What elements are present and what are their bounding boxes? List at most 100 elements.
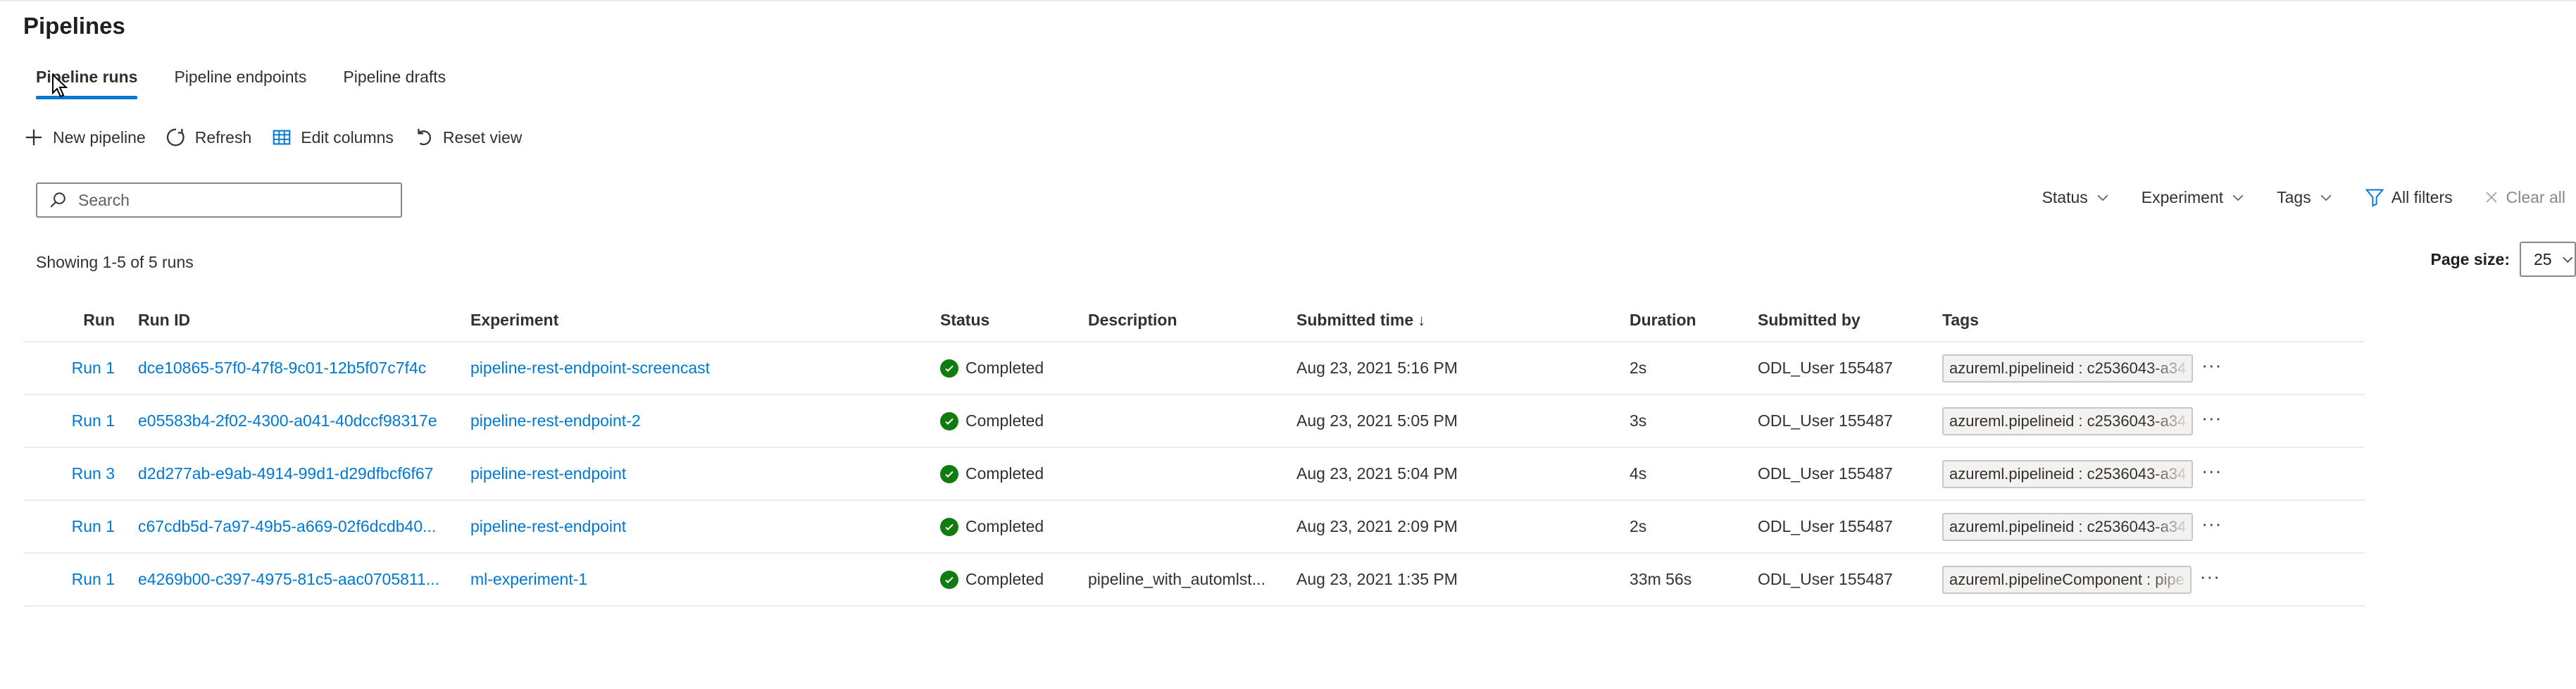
tag-chip[interactable]: azureml.pipelineid : c2536043-a34 <box>1942 354 2194 383</box>
tab-pipeline-endpoints[interactable]: Pipeline endpoints <box>174 68 306 98</box>
page-size-dropdown[interactable]: 25 <box>2520 242 2576 277</box>
column-header-experiment[interactable]: Experiment <box>470 299 940 342</box>
search-box[interactable] <box>36 182 402 218</box>
status-filter-dropdown[interactable]: Status <box>2042 188 2111 207</box>
search-input[interactable] <box>77 190 375 211</box>
table-header-row: Run Run ID Experiment Status Description… <box>23 299 2365 342</box>
experiment-filter-dropdown[interactable]: Experiment <box>2142 188 2246 207</box>
tag-chip[interactable]: azureml.pipelineid : c2536043-a34 <box>1942 512 2194 541</box>
column-header-submitted-time[interactable]: Submitted time ↓ <box>1296 299 1630 342</box>
duration-text: 3s <box>1630 411 1647 430</box>
status-cell: Completed <box>940 517 1088 536</box>
run-link[interactable]: Run 1 <box>72 359 115 377</box>
runs-table: Run Run ID Experiment Status Description… <box>23 299 2365 607</box>
table-row[interactable]: Run 1 e4269b00-c397-4975-81c5-aac0705811… <box>23 552 2365 607</box>
run-link[interactable]: Run 1 <box>72 411 115 430</box>
experiment-filter-label: Experiment <box>2141 187 2224 206</box>
experiment-link[interactable]: pipeline-rest-endpoint-screencast <box>470 359 710 377</box>
checkmark-circle-icon <box>940 411 958 430</box>
tags-filter-label: Tags <box>2277 187 2311 206</box>
page-size-value: 25 <box>2534 249 2552 268</box>
experiment-link[interactable]: pipeline-rest-endpoint <box>470 464 626 483</box>
more-icon[interactable]: ··· <box>2201 514 2222 540</box>
clear-all-button[interactable]: Clear all <box>2484 188 2565 207</box>
search-icon <box>50 192 65 208</box>
more-icon[interactable]: ··· <box>2201 409 2222 434</box>
duration-text: 2s <box>1630 517 1647 535</box>
tab-pipeline-drafts[interactable]: Pipeline drafts <box>343 68 446 98</box>
status-text: Completed <box>965 464 1044 483</box>
run-link[interactable]: Run 1 <box>72 517 115 535</box>
reset-view-label: Reset view <box>442 128 523 147</box>
experiment-link[interactable]: pipeline-rest-endpoint-2 <box>470 411 641 430</box>
run-id-link[interactable]: e4269b00-c397-4975-81c5-aac0705811... <box>138 570 439 588</box>
submitted-time-text: Aug 23, 2021 5:16 PM <box>1296 359 1458 377</box>
table-row[interactable]: Run 1 e05583b4-2f02-4300-a041-40dccf9831… <box>23 394 2365 447</box>
results-count: Showing 1-5 of 5 runs <box>36 253 194 271</box>
run-link[interactable]: Run 1 <box>72 570 115 588</box>
clear-all-label: Clear all <box>2506 187 2565 206</box>
run-id-link[interactable]: e05583b4-2f02-4300-a041-40dccf98317e <box>138 411 437 430</box>
close-icon <box>2486 192 2497 203</box>
run-id-link[interactable]: dce10865-57f0-47f8-9c01-12b5f07c7f4c <box>138 359 426 377</box>
page-size-label: Page size: <box>2430 249 2511 268</box>
edit-columns-button[interactable]: Edit columns <box>271 127 394 148</box>
column-header-status[interactable]: Status <box>940 299 1088 342</box>
status-filter-label: Status <box>2042 187 2088 206</box>
tag-chip[interactable]: azureml.pipelineid : c2536043-a34 <box>1942 406 2194 435</box>
status-text: Completed <box>965 570 1044 588</box>
table-row[interactable]: Run 1 dce10865-57f0-47f8-9c01-12b5f07c7f… <box>23 341 2365 395</box>
refresh-icon <box>166 128 185 147</box>
tags-cell: azureml.pipelineid : c2536043-a34 ··· <box>1942 354 2365 383</box>
sort-descending-icon: ↓ <box>1418 311 1426 329</box>
refresh-button[interactable]: Refresh <box>165 127 251 148</box>
all-filters-label: All filters <box>2391 187 2453 206</box>
column-header-run-id[interactable]: Run ID <box>138 299 470 342</box>
description-text: pipeline_with_automlst... <box>1088 570 1265 588</box>
command-bar: New pipeline Refresh Edit columns Reset … <box>23 127 522 148</box>
more-icon[interactable]: ··· <box>2200 567 2220 592</box>
tags-cell: azureml.pipelineComponent : pipe ··· <box>1942 565 2365 594</box>
column-header-submitted-by[interactable]: Submitted by <box>1758 299 1942 342</box>
all-filters-button[interactable]: All filters <box>2365 187 2453 207</box>
tag-chip[interactable]: azureml.pipelineComponent : pipe <box>1942 565 2192 594</box>
column-header-run[interactable]: Run <box>23 299 138 342</box>
status-cell: Completed <box>940 411 1088 430</box>
reset-view-button[interactable]: Reset view <box>413 127 522 148</box>
tags-cell: azureml.pipelineid : c2536043-a34 ··· <box>1942 512 2365 541</box>
filter-icon <box>2365 189 2384 207</box>
submitted-by-text: ODL_User 155487 <box>1758 517 1893 535</box>
tags-cell: azureml.pipelineid : c2536043-a34 ··· <box>1942 459 2365 488</box>
submitted-time-label: Submitted time <box>1296 310 1414 329</box>
submitted-time-text: Aug 23, 2021 1:35 PM <box>1296 570 1458 588</box>
table-row[interactable]: Run 3 d2d277ab-e9ab-4914-99d1-d29dfbcf6f… <box>23 447 2365 500</box>
edit-columns-label: Edit columns <box>301 128 394 147</box>
run-id-link[interactable]: c67cdb5d-7a97-49b5-a669-02f6dcdb40... <box>138 517 436 535</box>
checkmark-circle-icon <box>940 359 958 378</box>
page-size-control: Page size: 25 <box>2431 242 2576 277</box>
submitted-time-text: Aug 23, 2021 5:05 PM <box>1296 411 1458 430</box>
status-cell: Completed <box>940 359 1088 378</box>
tab-bar: Pipeline runs Pipeline endpoints Pipelin… <box>36 68 446 99</box>
more-icon[interactable]: ··· <box>2201 461 2222 487</box>
run-link[interactable]: Run 3 <box>72 464 115 483</box>
tag-chip[interactable]: azureml.pipelineid : c2536043-a34 <box>1942 459 2194 488</box>
tags-cell: azureml.pipelineid : c2536043-a34 ··· <box>1942 406 2365 435</box>
column-header-duration[interactable]: Duration <box>1630 299 1758 342</box>
run-id-link[interactable]: d2d277ab-e9ab-4914-99d1-d29dfbcf6f67 <box>138 464 433 483</box>
duration-text: 4s <box>1630 464 1647 483</box>
experiment-link[interactable]: ml-experiment-1 <box>470 570 587 588</box>
column-header-tags[interactable]: Tags <box>1942 299 2365 342</box>
tags-filter-dropdown[interactable]: Tags <box>2277 188 2334 207</box>
more-icon[interactable]: ··· <box>2201 356 2222 381</box>
new-pipeline-label: New pipeline <box>53 128 146 147</box>
submitted-time-text: Aug 23, 2021 2:09 PM <box>1296 517 1458 535</box>
table-row[interactable]: Run 1 c67cdb5d-7a97-49b5-a669-02f6dcdb40… <box>23 499 2365 553</box>
column-header-description[interactable]: Description <box>1088 299 1296 342</box>
status-text: Completed <box>965 411 1044 430</box>
experiment-link[interactable]: pipeline-rest-endpoint <box>470 517 626 535</box>
submitted-time-text: Aug 23, 2021 5:04 PM <box>1296 464 1458 483</box>
new-pipeline-button[interactable]: New pipeline <box>23 127 146 148</box>
reset-icon <box>418 128 431 146</box>
status-cell: Completed <box>940 570 1088 589</box>
